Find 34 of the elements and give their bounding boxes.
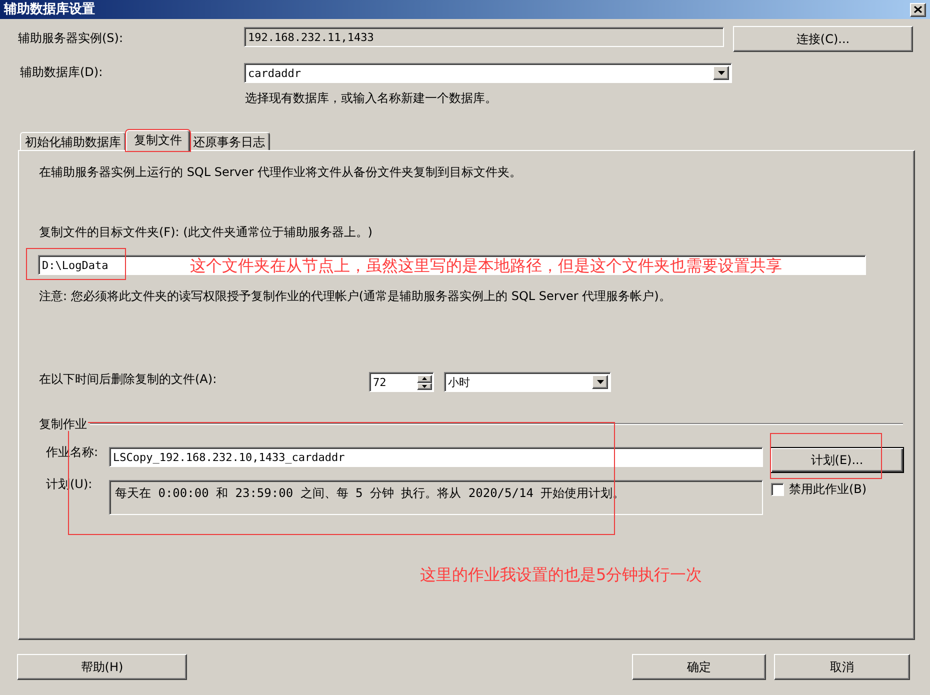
number-spin-box[interactable]: 72 (369, 372, 434, 392)
spin-up-button[interactable] (417, 375, 432, 382)
help-button[interactable]: 帮助(H) (17, 654, 187, 680)
group-title: 复制作业 (39, 417, 88, 431)
schedule-button[interactable]: 计划(E)... (770, 447, 904, 473)
server-instance-label: 辅助服务器实例(S): (18, 31, 124, 45)
caret-down-icon (718, 71, 724, 75)
annotation-note: 这个文件夹在从节点上，虽然这里写的是本地路径，但是这个文件夹也需要设置共享 (190, 257, 782, 275)
close-icon (914, 6, 922, 13)
annotation-note: 这里的作业我设置的也是5分钟执行一次 (420, 566, 702, 584)
caret-down-icon (596, 380, 604, 384)
checkbox-label: 禁用此作业(B) (789, 482, 867, 496)
window-title: 辅助数据库设置 (4, 2, 95, 17)
hint-text: 选择现有数据库，或输入名称新建一个数据库。 (245, 91, 497, 105)
job-name-field[interactable]: LSCopy_192.168.232.10,1433_cardaddr (109, 447, 763, 467)
close-button[interactable] (910, 2, 926, 16)
cancel-button[interactable]: 取消 (774, 654, 910, 680)
dropdown-button[interactable] (592, 375, 608, 389)
note-text: 注意: 您必须将此文件夹的读写权限授予复制作业的代理帐户(通常是辅助服务器实例上的 SQL Server 代理服务帐户)。 (39, 289, 672, 303)
database-label: 辅助数据库(D): (20, 65, 104, 79)
caret-down-icon (422, 384, 427, 388)
tab[interactable]: 复制文件 (126, 130, 190, 151)
checkbox[interactable] (771, 482, 784, 496)
database-combo-box[interactable]: cardaddr (244, 63, 732, 83)
tab[interactable]: 初始化辅助数据库 (20, 132, 126, 150)
tab[interactable]: 还原事务日志 (188, 132, 270, 150)
ok-button[interactable]: 确定 (632, 654, 766, 680)
folder-label: 复制文件的目标文件夹(F): (此文件夹通常位于辅助服务器上。) (39, 225, 374, 239)
dropdown-button[interactable] (713, 66, 729, 80)
caret-up-icon (422, 377, 427, 380)
delete-after-label: 在以下时间后删除复制的文件(A): (39, 372, 218, 386)
description-text: 在辅助服务器实例上运行的 SQL Server 代理作业将文件从备份文件夹复制到目标文件夹。 (39, 165, 523, 179)
unit-combo-box[interactable]: 小时 (444, 372, 611, 392)
folder-path-field[interactable]: D:\LogData 这个文件夹在从节点上，虽然这里写的是本地路径，但是这个文件夹也需要设置共享 (38, 255, 866, 275)
